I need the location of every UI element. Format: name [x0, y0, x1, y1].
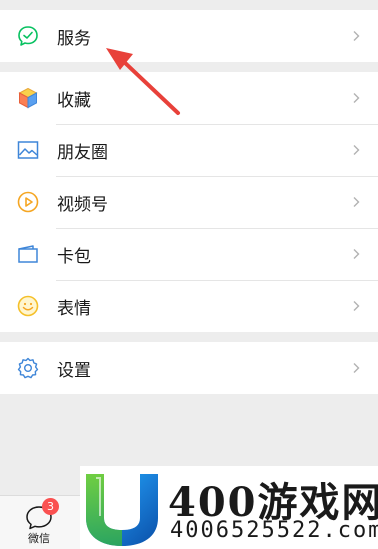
chevron-right-icon: [353, 301, 360, 311]
menu-item-channels[interactable]: 视频号: [0, 176, 378, 228]
card-wallet-icon: [15, 241, 41, 267]
chevron-right-icon: [353, 145, 360, 155]
chevron-right-icon: [353, 363, 360, 373]
menu-group-settings: 设置: [0, 342, 378, 394]
watermark-logo: [86, 474, 158, 546]
chevron-right-icon: [353, 249, 360, 259]
chevron-right-icon: [353, 31, 360, 41]
chevron-right-icon: [353, 93, 360, 103]
service-icon: [15, 23, 41, 49]
menu-item-stickers[interactable]: 表情: [0, 280, 378, 332]
group-spacer: [0, 62, 378, 72]
unread-badge: 3: [42, 498, 59, 515]
tab-chats[interactable]: 3 微信: [14, 498, 64, 546]
menu-group-main: 收藏 朋友圈 视频号 卡包 表情: [0, 72, 378, 332]
menu-item-favorites[interactable]: 收藏: [0, 72, 378, 124]
channels-play-icon: [15, 189, 41, 215]
moments-image-icon: [15, 137, 41, 163]
settings-gear-icon: [15, 355, 41, 381]
menu-item-label: 表情: [57, 298, 91, 319]
menu-item-label: 服务: [57, 28, 91, 49]
menu-item-card-wallet[interactable]: 卡包: [0, 228, 378, 280]
menu-item-services[interactable]: 服务: [0, 10, 378, 62]
menu-item-label: 收藏: [57, 90, 91, 111]
menu-item-label: 朋友圈: [57, 142, 108, 163]
menu-item-settings[interactable]: 设置: [0, 342, 378, 394]
watermark: 400游戏网 4006525522.com: [80, 466, 378, 549]
tab-label: 微信: [28, 532, 50, 545]
favorites-cube-icon: [15, 85, 41, 111]
chevron-right-icon: [353, 197, 360, 207]
menu-item-label: 设置: [57, 360, 91, 381]
menu-item-moments[interactable]: 朋友圈: [0, 124, 378, 176]
menu-item-label: 视频号: [57, 194, 108, 215]
top-spacer: [0, 0, 378, 10]
menu-group-services: 服务: [0, 10, 378, 62]
watermark-phone: 4006525522.com: [170, 518, 378, 543]
group-spacer: [0, 332, 378, 342]
sticker-smile-icon: [15, 293, 41, 319]
menu-item-label: 卡包: [57, 246, 91, 267]
